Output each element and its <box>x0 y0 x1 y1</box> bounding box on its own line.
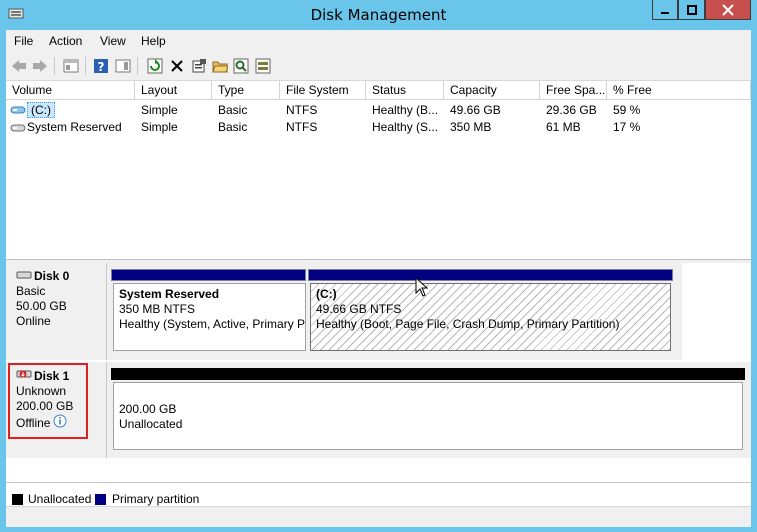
partition-size: 350 MB NTFS <box>119 302 196 316</box>
refresh-icon[interactable] <box>146 57 164 75</box>
menu-view[interactable]: View <box>100 34 126 48</box>
help-icon[interactable]: ? <box>92 57 110 75</box>
partition-color-bar <box>308 269 673 281</box>
unallocated-color-bar <box>111 368 745 380</box>
delete-icon[interactable] <box>168 57 186 75</box>
partition-unallocated[interactable]: 200.00 GB Unallocated <box>113 382 743 450</box>
open-folder-icon[interactable] <box>211 57 229 75</box>
status-cell: Healthy (B... <box>372 103 439 117</box>
disk-0-kind: Basic <box>16 284 46 298</box>
file-system-cell: NTFS <box>286 103 318 117</box>
menu-action[interactable]: Action <box>49 34 82 48</box>
menu-bar: File Action View Help <box>6 30 751 52</box>
legend-swatch-unallocated <box>12 494 23 505</box>
toolbar-separator <box>137 57 138 75</box>
partition-c-drive[interactable]: (C:) 49.66 GB NTFS Healthy (Boot, Page F… <box>310 283 671 351</box>
disk-1-row: Disk 1 Unknown 200.00 GB Offline 200.00 … <box>6 362 751 458</box>
show-hide-console-tree-icon[interactable] <box>62 57 80 75</box>
forward-arrow-icon[interactable] <box>31 57 49 75</box>
disk-settings-icon[interactable] <box>254 57 272 75</box>
free-space-cell: 61 MB <box>546 120 581 134</box>
status-cell: Healthy (S... <box>372 120 439 134</box>
partition-system-reserved[interactable]: System Reserved 350 MB NTFS Healthy (Sys… <box>113 283 306 351</box>
toolbar: ? <box>6 52 751 81</box>
volume-list[interactable]: Volume Layout Type File System Status Ca… <box>6 81 751 259</box>
menu-help[interactable]: Help <box>141 34 166 48</box>
disk-0-title: Disk 0 <box>16 269 106 284</box>
minimize-button[interactable] <box>652 0 678 20</box>
window-title: Disk Management <box>310 6 447 24</box>
free-space-cell: 29.36 GB <box>546 103 597 117</box>
partition-size: 49.66 GB NTFS <box>316 302 402 316</box>
disk-graphical-view[interactable]: Disk 0 Basic 50.00 GB Online System Rese… <box>6 263 751 482</box>
maximize-button[interactable] <box>678 0 705 20</box>
table-row[interactable]: System Reserved Simple Basic NTFS Health… <box>6 119 751 136</box>
column-header-percent-free[interactable]: % Free <box>607 81 751 100</box>
partition-name: (C:) <box>316 287 337 301</box>
back-arrow-icon[interactable] <box>10 57 28 75</box>
partition-name: System Reserved <box>119 287 220 301</box>
column-header-file-system[interactable]: File System <box>280 81 366 100</box>
column-header-layout[interactable]: Layout <box>135 81 212 100</box>
legend-label-unallocated: Unallocated <box>28 492 92 506</box>
volume-drive-icon <box>10 103 26 118</box>
disk-1-highlight-box <box>8 363 88 439</box>
title-bar[interactable]: Disk Management <box>0 0 757 30</box>
disk-0-name: Disk 0 <box>34 269 70 283</box>
partition-color-bar <box>111 269 306 281</box>
close-button[interactable] <box>705 0 751 20</box>
menu-file[interactable]: File <box>14 34 33 48</box>
partition-status: Healthy (Boot, Page File, Crash Dump, Pr… <box>316 317 620 331</box>
table-row[interactable]: (C:) Simple Basic NTFS Healthy (B... 49.… <box>6 101 751 118</box>
file-system-cell: NTFS <box>286 120 318 134</box>
type-cell: Basic <box>218 103 248 117</box>
disk-0-row: Disk 0 Basic 50.00 GB Online System Rese… <box>6 263 751 360</box>
show-hide-action-pane-icon[interactable] <box>114 57 132 75</box>
column-header-type[interactable]: Type <box>212 81 280 100</box>
search-disk-icon[interactable] <box>232 57 250 75</box>
legend-swatch-primary <box>95 494 106 505</box>
toolbar-separator <box>85 57 86 75</box>
svg-text:?: ? <box>98 60 105 74</box>
toolbar-separator <box>54 57 55 75</box>
percent-free-cell: 17 % <box>613 120 641 134</box>
column-header-capacity[interactable]: Capacity <box>444 81 540 100</box>
legend-label-primary: Primary partition <box>112 492 200 506</box>
capacity-cell: 350 MB <box>450 120 492 134</box>
column-header-free-space[interactable]: Free Spa... <box>540 81 607 100</box>
layout-cell: Simple <box>141 103 178 117</box>
volume-drive-icon <box>10 121 26 136</box>
volume-cell[interactable]: System Reserved <box>27 120 122 134</box>
disk-icon <box>16 269 32 284</box>
percent-free-cell: 59 % <box>613 103 641 117</box>
partition-size: 200.00 GB <box>119 402 177 416</box>
disk-0-size: 50.00 GB <box>16 299 67 313</box>
disk-management-window: Disk Management File Action View Help ? … <box>0 0 757 532</box>
status-bar <box>6 506 751 527</box>
partition-status: Unallocated <box>119 417 183 431</box>
volume-cell[interactable]: (C:) <box>27 102 55 118</box>
column-header-volume[interactable]: Volume <box>6 81 135 100</box>
capacity-cell: 49.66 GB <box>450 103 501 117</box>
type-cell: Basic <box>218 120 248 134</box>
properties-icon[interactable] <box>190 57 208 75</box>
disk-0-state: Online <box>16 314 51 328</box>
partition-status: Healthy (System, Active, Primary P <box>119 317 306 331</box>
layout-cell: Simple <box>141 120 178 134</box>
mouse-cursor-icon <box>415 276 429 300</box>
disk-0-label[interactable]: Disk 0 Basic 50.00 GB Online <box>6 263 107 360</box>
column-header-status[interactable]: Status <box>366 81 444 100</box>
client-area: File Action View Help ? Volume Layout Ty… <box>6 30 751 527</box>
